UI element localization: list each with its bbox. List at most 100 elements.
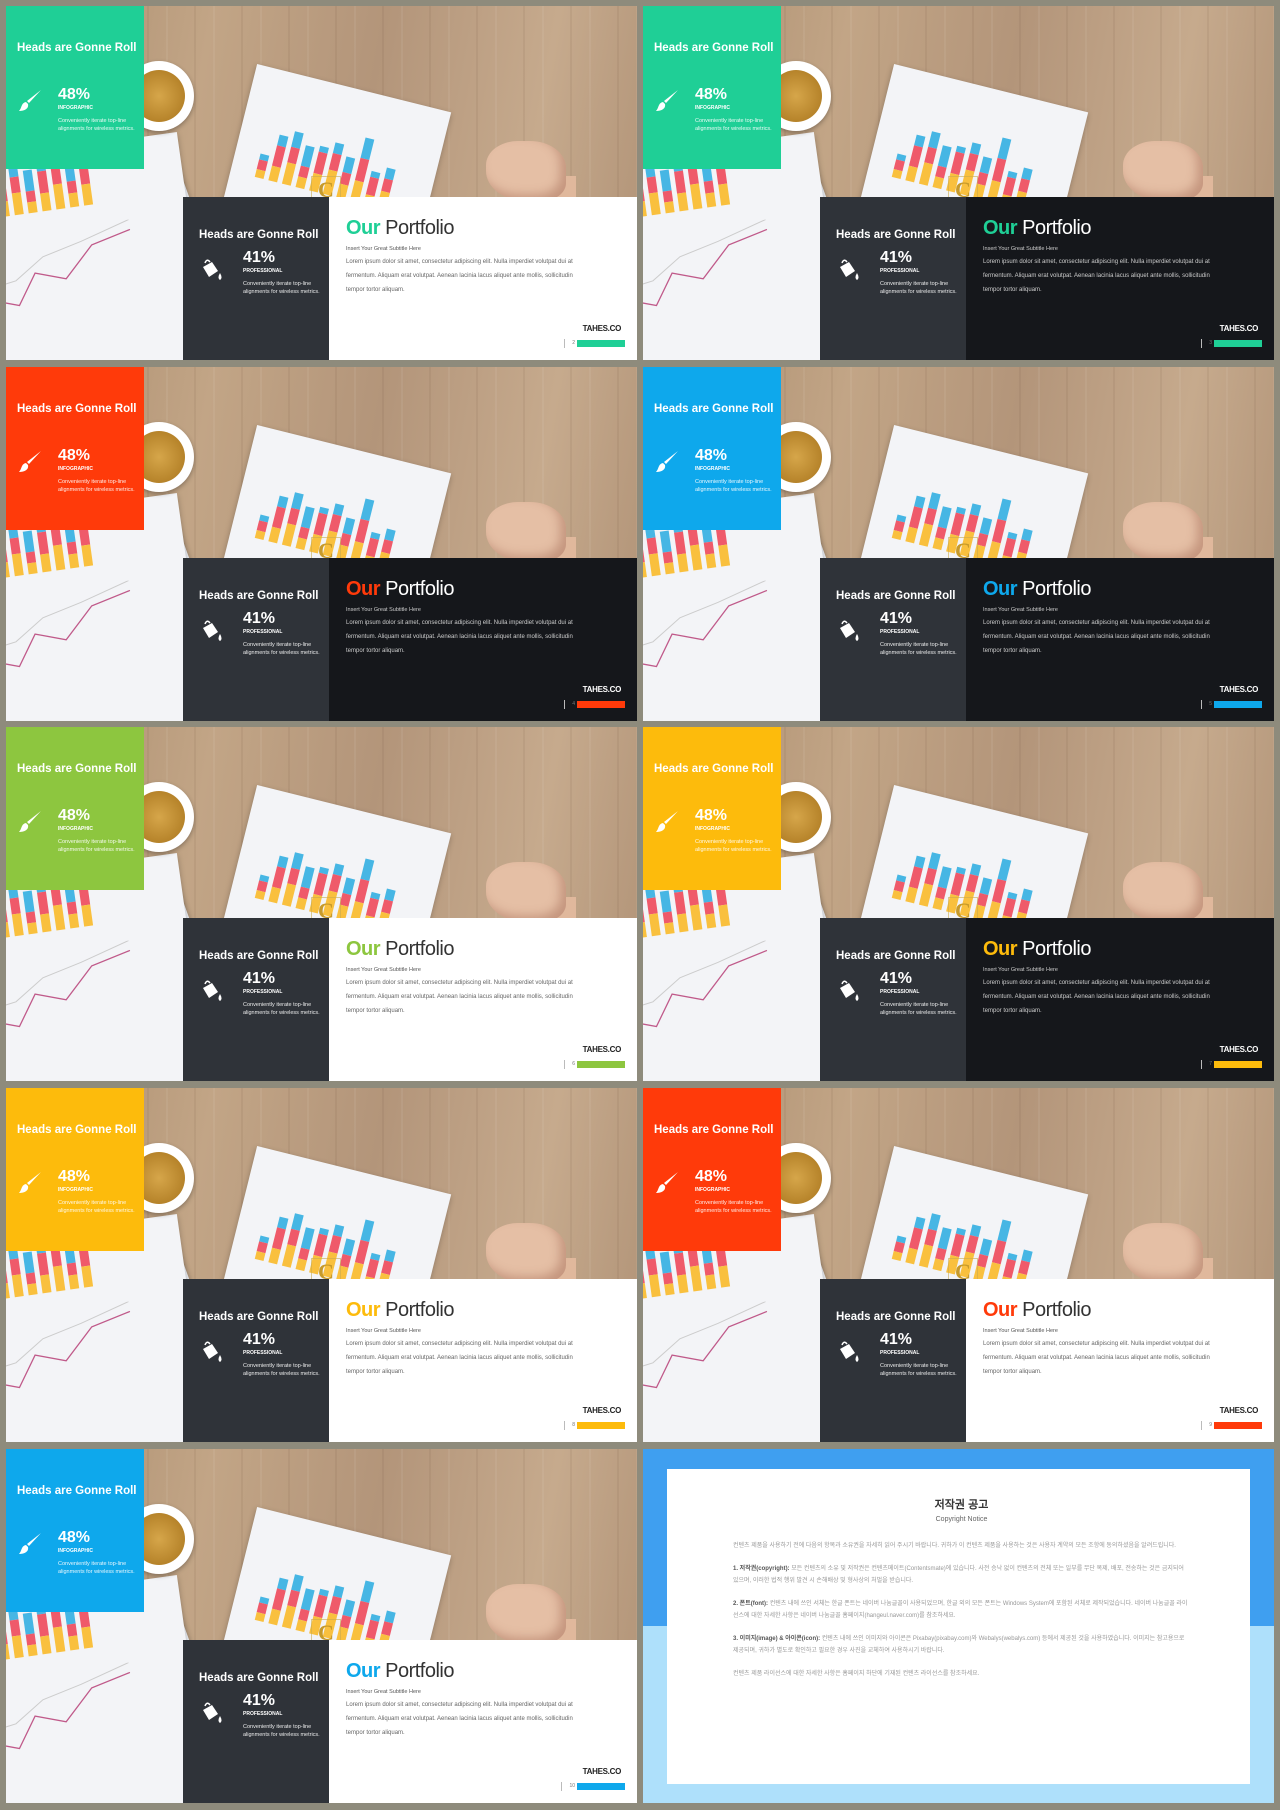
paint-brush-icon (654, 1170, 680, 1196)
copyright-subtitle: Copyright Notice (935, 1515, 988, 1523)
title-rest: Portfolio (1017, 938, 1091, 960)
stat-label: INFOGRAPHIC (695, 105, 730, 111)
title-accent: Our (346, 1660, 381, 1682)
stat-desc: Conveniently iterate top-line alignments… (880, 642, 957, 656)
portfolio-panel: Our Portfolio Insert Your Great Subtitle … (329, 197, 637, 360)
stat-infographic: 48% INFOGRAPHIC Conveniently iterate top-l… (695, 1168, 775, 1215)
portfolio-panel: Our Portfolio Insert Your Great Subtitle … (329, 1279, 637, 1442)
professional-box: Heads are Gonne Roll 41% PROFESSIONAL Conve… (183, 1279, 329, 1442)
paint-bucket-icon (836, 618, 862, 644)
copyright-title: 저작권 공고 (934, 1499, 989, 1511)
title-rest: Portfolio (380, 938, 454, 960)
copyright-section-1: 1. 저작권(copyright): 모든 컨텐츠의 소유 및 저작권은 컨텐츠… (733, 1563, 1190, 1588)
portfolio-slide: Heads are Gonne Roll 48% INFOGRAPHIC Conven… (6, 1449, 637, 1803)
stat-label: PROFESSIONAL (880, 629, 920, 635)
page-title: Our Portfolio (346, 938, 637, 961)
brand-logo: TAHES.CO (1219, 1045, 1259, 1054)
brand-logo: TAHES.CO (1219, 324, 1259, 333)
stat-professional: 41% PROFESSIONAL Conveniently iterate top-… (243, 1692, 323, 1739)
body-text: Lorem ipsum dolor sit amet, consectetur … (346, 980, 573, 1014)
subtitle: Insert Your Great Subtitle Here (346, 967, 421, 973)
body-text: Lorem ipsum dolor sit amet, consectetur … (346, 1702, 573, 1736)
stat-label: PROFESSIONAL (880, 268, 920, 274)
stat-desc: Conveniently iterate top-line alignments… (880, 281, 957, 295)
paint-bucket-icon (836, 1339, 862, 1365)
stat-value: 41% (880, 249, 913, 266)
portfolio-panel: Our Portfolio Insert Your Great Subtitle … (966, 197, 1274, 360)
section-head: 2. 폰트(font): (733, 1600, 769, 1607)
professional-box: Heads are Gonne Roll 41% PROFESSIONAL Conve… (820, 197, 966, 360)
stat-value: 48% (58, 1168, 91, 1185)
copyright-slide: 저작권 공고 Copyright Notice 컨텐츠 제품을 사용하기 전에 … (643, 1449, 1274, 1803)
infographic-box: Heads are Gonne Roll 48% INFOGRAPHIC Conven… (6, 367, 144, 530)
page-number: 7 (1201, 1060, 1212, 1069)
stat-desc: Conveniently iterate top-line alignments… (243, 1363, 320, 1377)
body-text: Lorem ipsum dolor sit amet, consectetur … (346, 620, 573, 654)
stat-professional: 41% PROFESSIONAL Conveniently iterate top-… (243, 970, 323, 1017)
fist-photo (486, 141, 566, 201)
portfolio-slide: Heads are Gonne Roll 48% INFOGRAPHIC Conven… (643, 6, 1274, 360)
stat-desc: Conveniently iterate top-line alignments… (58, 839, 135, 853)
subtitle: Insert Your Great Subtitle Here (346, 1328, 421, 1334)
body-text: Lorem ipsum dolor sit amet, consectetur … (983, 620, 1210, 654)
infographic-box: Heads are Gonne Roll 48% INFOGRAPHIC Conven… (6, 727, 144, 890)
page-number: 4 (564, 700, 575, 709)
brand-logo: TAHES.CO (582, 324, 622, 333)
fist-photo (486, 1584, 566, 1644)
paint-brush-icon (17, 1531, 43, 1557)
stat-value: 41% (243, 970, 276, 987)
stat-infographic: 48% INFOGRAPHIC Conveniently iterate top-l… (58, 807, 138, 854)
title-rest: Portfolio (380, 217, 454, 239)
infographic-box: Heads are Gonne Roll 48% INFOGRAPHIC Conven… (6, 1088, 144, 1251)
page-number: 9 (1201, 1421, 1212, 1430)
infographic-box: Heads are Gonne Roll 48% INFOGRAPHIC Conven… (643, 367, 781, 530)
stat-label: PROFESSIONAL (243, 268, 283, 274)
brand-logo: TAHES.CO (1219, 1406, 1259, 1415)
paint-bucket-icon (836, 257, 862, 283)
professional-box: Heads are Gonne Roll 41% PROFESSIONAL Conve… (820, 918, 966, 1081)
portfolio-slide: Heads are Gonne Roll 48% INFOGRAPHIC Conven… (6, 6, 637, 360)
body-text: Lorem ipsum dolor sit amet, consectetur … (346, 1341, 573, 1375)
section-head: 3. 이미지(image) & 아이콘(icon): (733, 1635, 821, 1642)
stat-desc: Conveniently iterate top-line alignments… (58, 1561, 135, 1575)
accent-bar (577, 1061, 625, 1068)
page-title: Our Portfolio (983, 938, 1274, 961)
accent-bar (1214, 340, 1262, 347)
paint-brush-icon (654, 809, 680, 835)
subtitle: Insert Your Great Subtitle Here (983, 967, 1058, 973)
paint-bucket-icon (199, 978, 225, 1004)
page-title: Our Portfolio (983, 1299, 1274, 1322)
title-rest: Portfolio (1017, 217, 1091, 239)
page-number: 5 (1201, 700, 1212, 709)
stat-desc: Conveniently iterate top-line alignments… (58, 118, 135, 132)
stat-desc: Conveniently iterate top-line alignments… (695, 839, 772, 853)
accent-bar (577, 701, 625, 708)
stat-value: 41% (880, 970, 913, 987)
box-title: Heads are Gonne Roll (654, 1124, 774, 1136)
brand-logo: TAHES.CO (1219, 685, 1259, 694)
portfolio-panel: Our Portfolio Insert Your Great Subtitle … (329, 558, 637, 721)
stat-value: 48% (58, 807, 91, 824)
professional-box: Heads are Gonne Roll 41% PROFESSIONAL Conve… (183, 918, 329, 1081)
stat-professional: 41% PROFESSIONAL Conveniently iterate top-… (243, 610, 323, 657)
portfolio-slide: Heads are Gonne Roll 48% INFOGRAPHIC Conven… (643, 367, 1274, 721)
portfolio-slide: Heads are Gonne Roll 48% INFOGRAPHIC Conven… (643, 1088, 1274, 1442)
stat-professional: 41% PROFESSIONAL Conveniently iterate top-… (243, 249, 323, 296)
box-title: Heads are Gonne Roll (199, 1672, 319, 1684)
title-rest: Portfolio (380, 1299, 454, 1321)
title-accent: Our (983, 217, 1018, 239)
stat-label: PROFESSIONAL (243, 629, 283, 635)
page-title: Our Portfolio (983, 578, 1274, 601)
stat-label: PROFESSIONAL (243, 1350, 283, 1356)
portfolio-slide: Heads are Gonne Roll 48% INFOGRAPHIC Conven… (6, 1088, 637, 1442)
box-title: Heads are Gonne Roll (17, 1124, 137, 1136)
stat-desc: Conveniently iterate top-line alignments… (243, 642, 320, 656)
infographic-box: Heads are Gonne Roll 48% INFOGRAPHIC Conven… (643, 6, 781, 169)
fist-photo (1123, 1223, 1203, 1283)
box-title: Heads are Gonne Roll (836, 950, 956, 962)
stat-value: 41% (243, 249, 276, 266)
title-accent: Our (983, 578, 1018, 600)
title-accent: Our (346, 938, 381, 960)
stat-label: PROFESSIONAL (880, 1350, 920, 1356)
page-number: 10 (561, 1782, 575, 1791)
